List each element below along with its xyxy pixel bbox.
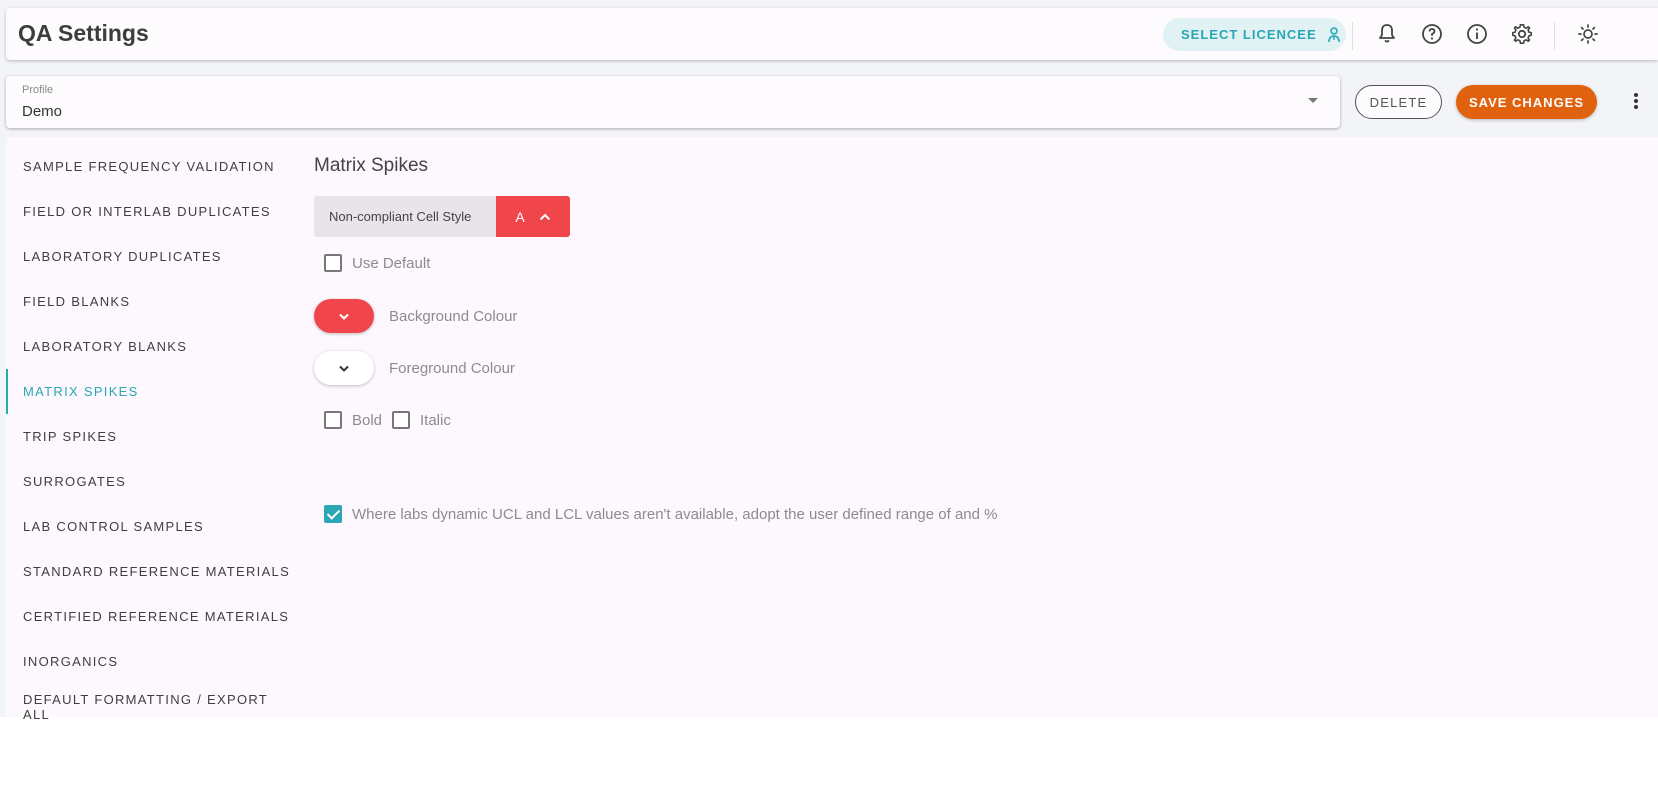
nav-item-inorganics[interactable]: INORGANICS xyxy=(6,639,296,684)
nav-item-default-formatting-export-all[interactable]: DEFAULT FORMATTING / EXPORT ALL xyxy=(6,684,296,729)
cell-style-preview: Non-compliant Cell Style A xyxy=(314,196,570,237)
chevron-down-icon xyxy=(339,365,349,372)
cell-style-label: Non-compliant Cell Style xyxy=(314,196,496,237)
select-licencee-label: SELECT LICENCEE xyxy=(1181,27,1317,42)
page-title: QA Settings xyxy=(18,20,149,46)
cell-style-sample: A xyxy=(515,208,525,225)
bold-label: Bold xyxy=(352,411,383,429)
save-changes-button[interactable]: SAVE CHANGES xyxy=(1456,85,1597,119)
cell-style-toggle[interactable]: A xyxy=(496,196,570,237)
bold-checkbox[interactable] xyxy=(324,411,342,429)
background-colour-label: Background Colour xyxy=(389,307,518,325)
brightness-icon[interactable] xyxy=(1576,22,1600,46)
nav-item-field-or-interlab-duplicates[interactable]: FIELD OR INTERLAB DUPLICATES xyxy=(6,189,296,234)
nav-item-surrogates[interactable]: SURROGATES xyxy=(6,459,296,504)
foreground-colour-picker[interactable] xyxy=(314,351,374,385)
nav-item-standard-reference-materials[interactable]: STANDARD REFERENCE MATERIALS xyxy=(6,549,296,594)
header-divider xyxy=(1352,22,1353,50)
settings-panel: SAMPLE FREQUENCY VALIDATION FIELD OR INT… xyxy=(6,137,1658,722)
bold-row: Bold xyxy=(324,411,382,429)
dropdown-caret-icon[interactable] xyxy=(1308,98,1318,103)
delete-button[interactable]: DELETE xyxy=(1355,85,1442,119)
profile-label: Profile xyxy=(22,84,54,96)
nav-item-lab-control-samples[interactable]: LAB CONTROL SAMPLES xyxy=(6,504,296,549)
nav-item-trip-spikes[interactable]: TRIP SPIKES xyxy=(6,414,296,459)
bell-icon[interactable] xyxy=(1375,22,1399,46)
use-default-row: Use Default xyxy=(324,254,430,272)
profile-value: Demo xyxy=(22,103,63,120)
doctor-icon xyxy=(1327,26,1340,42)
background-colour-picker[interactable] xyxy=(314,299,374,333)
use-default-label: Use Default xyxy=(352,254,431,272)
italic-row: Italic xyxy=(392,411,451,429)
nav-item-matrix-spikes[interactable]: MATRIX SPIKES xyxy=(6,369,296,414)
more-vert-icon[interactable] xyxy=(1626,90,1646,114)
app-header: QA Settings SELECT LICENCEE xyxy=(6,8,1658,60)
ucl-lcl-checkbox[interactable] xyxy=(324,505,342,523)
nav-item-sample-frequency-validation[interactable]: SAMPLE FREQUENCY VALIDATION xyxy=(6,144,296,189)
profile-select[interactable]: Profile Demo xyxy=(6,76,1340,128)
info-icon[interactable] xyxy=(1465,22,1489,46)
ucl-lcl-row: Where labs dynamic UCL and LCL values ar… xyxy=(324,505,997,523)
italic-checkbox[interactable] xyxy=(392,411,410,429)
background-colour-row: Background Colour xyxy=(314,299,517,333)
help-icon[interactable] xyxy=(1420,22,1444,46)
section-title: Matrix Spikes xyxy=(314,155,429,176)
foreground-colour-label: Foreground Colour xyxy=(389,359,515,377)
select-licencee-button[interactable]: SELECT LICENCEE xyxy=(1163,18,1346,51)
nav-item-certified-reference-materials[interactable]: CERTIFIED REFERENCE MATERIALS xyxy=(6,594,296,639)
ucl-lcl-label: Where labs dynamic UCL and LCL values ar… xyxy=(352,505,998,523)
nav-item-field-blanks[interactable]: FIELD BLANKS xyxy=(6,279,296,324)
use-default-checkbox[interactable] xyxy=(324,254,342,272)
header-divider xyxy=(1554,22,1555,50)
gear-icon[interactable] xyxy=(1510,22,1534,46)
italic-label: Italic xyxy=(420,411,451,429)
nav-item-laboratory-duplicates[interactable]: LABORATORY DUPLICATES xyxy=(6,234,296,279)
nav-item-laboratory-blanks[interactable]: LABORATORY BLANKS xyxy=(6,324,296,369)
chevron-down-icon xyxy=(339,313,349,320)
foreground-colour-row: Foreground Colour xyxy=(314,351,515,385)
chevron-up-icon xyxy=(539,213,550,220)
